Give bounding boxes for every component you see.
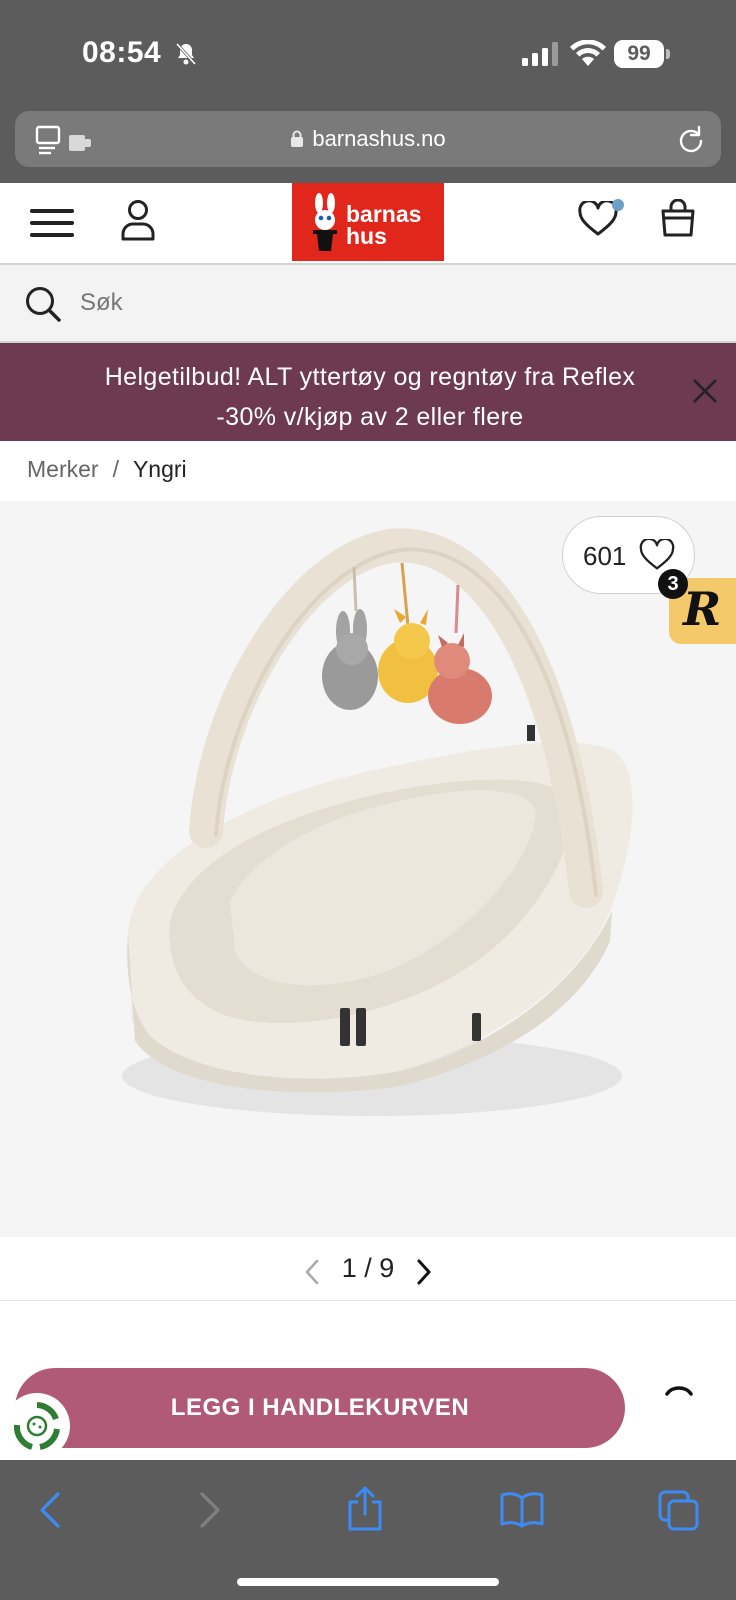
tabs-icon[interactable]	[658, 1490, 700, 1532]
search-bar	[0, 263, 736, 343]
close-icon[interactable]	[692, 378, 718, 404]
chevron-right-icon[interactable]	[416, 1259, 432, 1285]
rabbit-logo-icon	[313, 193, 337, 251]
image-pager: 1 / 9	[0, 1237, 736, 1301]
breadcrumb-item-merker[interactable]: Merker	[27, 456, 99, 482]
bookmarks-icon[interactable]	[500, 1490, 544, 1528]
site-header: barnas hus	[0, 183, 736, 263]
pager-separator: /	[364, 1253, 372, 1283]
url-display[interactable]: barnashus.no	[15, 111, 721, 167]
logo-line-1: barnas	[346, 201, 422, 227]
scroll-up-icon[interactable]	[664, 1382, 694, 1398]
breadcrumb-separator: /	[112, 456, 119, 482]
url-text: barnashus.no	[312, 126, 446, 151]
promo-banner: Helgetilbud! ALT yttertøy og regntøy fra…	[0, 343, 736, 441]
wifi-icon	[570, 40, 606, 66]
back-icon[interactable]	[38, 1490, 62, 1530]
product-gallery[interactable]: 601 R 3	[0, 501, 736, 1237]
user-icon[interactable]	[120, 199, 156, 241]
heart-icon	[639, 539, 675, 570]
browser-chrome: barnashus.no	[0, 105, 736, 183]
home-indicator	[237, 1578, 499, 1586]
search-input[interactable]	[80, 283, 680, 323]
signal-icon	[522, 42, 558, 66]
menu-icon[interactable]	[30, 207, 74, 239]
add-to-cart-button[interactable]: LEGG I HANDLEKURVEN	[15, 1368, 625, 1448]
breadcrumb-item-current: Yngri	[132, 456, 187, 482]
site-logo[interactable]: barnas hus	[292, 183, 444, 261]
favorite-count: 601	[583, 541, 627, 571]
shopping-bag-icon[interactable]	[660, 199, 696, 237]
promo-text: Helgetilbud! ALT yttertøy og regntøy fra…	[40, 357, 700, 437]
product-image	[122, 528, 633, 1116]
promo-line-1: Helgetilbud! ALT yttertøy og regntøy fra…	[104, 363, 636, 391]
lock-icon	[291, 130, 304, 147]
share-icon[interactable]	[346, 1486, 384, 1532]
status-time: 08:54	[82, 36, 162, 69]
status-bar: 08:54 99	[0, 0, 736, 105]
forward-icon[interactable]	[198, 1490, 222, 1530]
address-bar[interactable]: barnashus.no	[15, 111, 721, 167]
pager-total: 9	[379, 1253, 395, 1283]
battery-icon: 99	[614, 40, 664, 68]
reload-icon[interactable]	[677, 125, 705, 155]
bell-slash-icon	[175, 42, 197, 66]
battery-nub	[666, 49, 670, 59]
promo-line-2: -30% v/kjøp av 2 eller flere	[216, 403, 524, 431]
recycle-icon	[13, 1402, 60, 1450]
pager-indicator: 1 / 9	[0, 1253, 736, 1284]
reviews-logo: R	[683, 582, 722, 636]
logo-wordmark: barnas hus	[346, 201, 422, 249]
pager-current: 1	[341, 1253, 357, 1283]
wishlist-indicator-dot	[612, 199, 624, 211]
breadcrumb: Merker / Yngri	[27, 456, 187, 483]
reviews-count-badge: 3	[658, 569, 688, 599]
logo-line-2: hus	[346, 223, 387, 249]
search-icon	[26, 287, 61, 322]
eco-badge[interactable]	[4, 1393, 70, 1459]
